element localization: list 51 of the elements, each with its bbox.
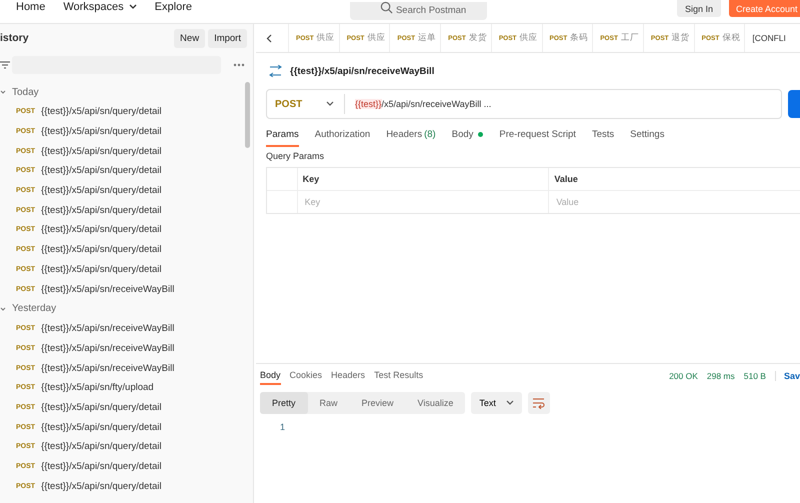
request-title: {{test}}/x5/api/sn/receiveWayBill [290, 66, 434, 76]
line-number: 1 [279, 421, 286, 432]
response-time[interactable]: 298 ms [706, 371, 735, 381]
view-tab[interactable]: Visualize [406, 392, 466, 414]
chevron-icon [0, 89, 6, 95]
sidebar-title: istory [0, 32, 30, 44]
view-tab[interactable]: Preview [350, 392, 406, 414]
search-field[interactable]: Search Postman [350, 2, 487, 20]
chevron-down-icon [326, 101, 334, 107]
status-code[interactable]: 200 OK [669, 371, 698, 381]
request-section-tab[interactable]: Pre-request Script [499, 129, 576, 147]
history-group[interactable]: Yesterday [0, 298, 253, 319]
method-dropdown[interactable]: POST [267, 94, 345, 114]
nav-link[interactable]: Explore [146, 0, 200, 13]
column-header: Value [548, 168, 800, 190]
send-button[interactable] [788, 90, 800, 118]
chevron-down-icon [128, 4, 137, 10]
view-tab[interactable]: Raw [308, 392, 350, 414]
filter-icon[interactable] [0, 61, 10, 69]
http-icon [269, 65, 282, 77]
response-tab[interactable]: Headers [331, 367, 366, 385]
sign-in-button[interactable]: Sign In [676, 0, 721, 17]
scrollbar[interactable] [245, 82, 250, 148]
request-section-tab[interactable]: Settings [630, 129, 664, 147]
request-section-tab[interactable]: Tests [592, 129, 614, 147]
chevron-down-icon [506, 400, 514, 406]
nav-link[interactable]: Home [8, 0, 54, 13]
view-tab[interactable]: Pretty [260, 392, 308, 414]
url-field[interactable]: {{test}}/x5/api/sn/receiveWayBill ... [345, 99, 492, 109]
save-link[interactable]: Sav [774, 371, 800, 381]
nav-link[interactable]: Workspaces [55, 0, 145, 13]
section-title: Query Params [265, 150, 326, 163]
response-tab[interactable]: Cookies [290, 367, 322, 385]
wrap-button[interactable] [528, 392, 550, 414]
back-icon[interactable] [266, 34, 272, 42]
history-group[interactable]: Today [0, 82, 253, 102]
column-header: Key [296, 168, 548, 190]
request-section-tab[interactable]: Body [452, 129, 484, 147]
sidebar-button[interactable]: Import [208, 28, 247, 48]
response-tab[interactable]: Test Results [374, 367, 424, 385]
response-size[interactable]: 510 B [744, 371, 766, 381]
wrap-lines-icon [532, 398, 546, 408]
request-section-tab[interactable]: Authorization [314, 129, 370, 147]
request-section-tab[interactable]: Headers (8) [386, 129, 436, 147]
more-icon[interactable] [233, 63, 245, 67]
format-dropdown[interactable]: Text [471, 392, 522, 414]
chevron-icon [0, 306, 6, 312]
request-section-tab[interactable]: Params [266, 129, 299, 147]
sidebar-button[interactable]: New [174, 28, 206, 48]
response-tab[interactable]: Body [260, 367, 281, 385]
request-tab[interactable]: [CONFLI [744, 24, 786, 52]
